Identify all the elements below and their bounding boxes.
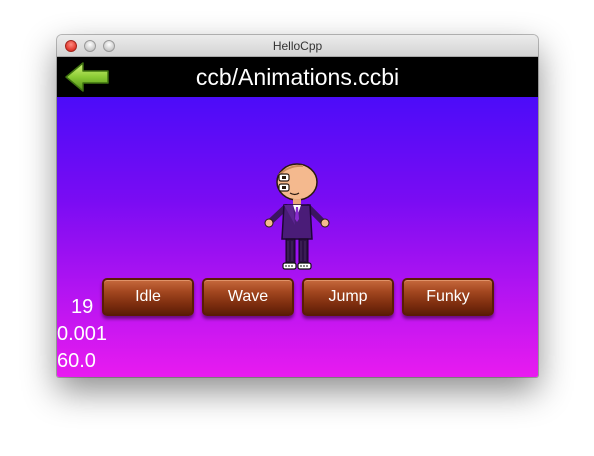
scene-title: ccb/Animations.ccbi [195,64,400,90]
game-scene: ccb/Animations.ccbi Idle Wave Jump Funky… [57,57,538,377]
wave-button[interactable]: Wave [202,278,294,316]
fps-stat: 60.0 [57,350,96,372]
animated-character [264,163,330,270]
title-bar: HelloCpp [57,35,538,57]
scene-header: ccb/Animations.ccbi [57,57,538,97]
idle-button[interactable]: Idle [102,278,194,316]
draw-calls-stat: 19 [71,296,94,318]
character-head [276,163,318,201]
app-window: HelloCpp ccb/Animations.ccbi Idle Wave J… [57,35,538,377]
funky-button[interactable]: Funky [402,278,494,316]
frame-time-stat: 0.001 [57,323,108,345]
window-title: HelloCpp [272,39,323,53]
jump-button[interactable]: Jump [302,278,394,316]
